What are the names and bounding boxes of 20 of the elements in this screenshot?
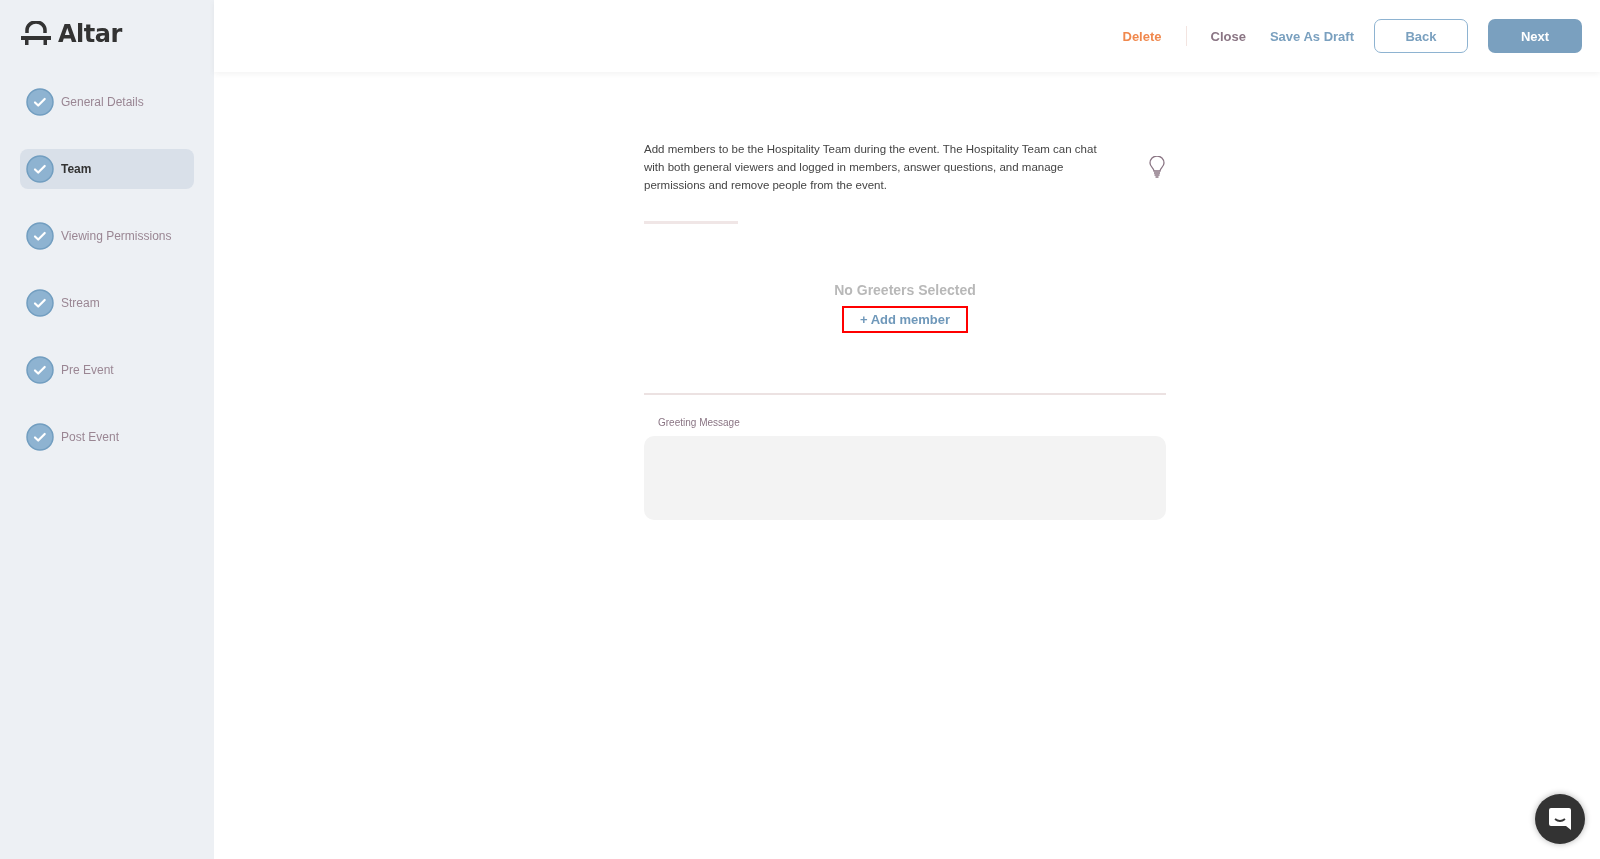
field-label: Greeting Message [658, 417, 741, 428]
empty-text: No Greeters Selected [833, 282, 977, 298]
step-item[interactable]: Team [20, 149, 194, 189]
step-item[interactable]: General Details [20, 82, 194, 122]
nav-button[interactable]: Back [1374, 19, 1468, 53]
logo-text: Altar [58, 20, 122, 48]
chat-button[interactable] [1535, 794, 1585, 844]
intro-text: Add members to be the Hospitality Team during the event. The Hospitality Team can chat with both general viewers and logged in members, answer questions, and manage permissions and remove people from the event. [644, 142, 1098, 193]
step-item[interactable]: Pre Event [20, 350, 194, 390]
step-item[interactable]: Viewing Permissions [20, 216, 194, 256]
logo-icon [20, 21, 52, 47]
lightbulb-icon [1148, 156, 1166, 178]
step-item[interactable]: Stream [20, 283, 194, 323]
action-link[interactable]: Close [1198, 22, 1258, 50]
chat-icon [1548, 806, 1572, 832]
step-item[interactable]: Post Event [20, 417, 194, 457]
action-link[interactable]: Save As Draft [1257, 22, 1366, 50]
nav-button[interactable]: Next [1488, 19, 1582, 53]
add-member-button[interactable]: + Add member [841, 306, 969, 333]
action-link[interactable]: Delete [1110, 22, 1174, 50]
